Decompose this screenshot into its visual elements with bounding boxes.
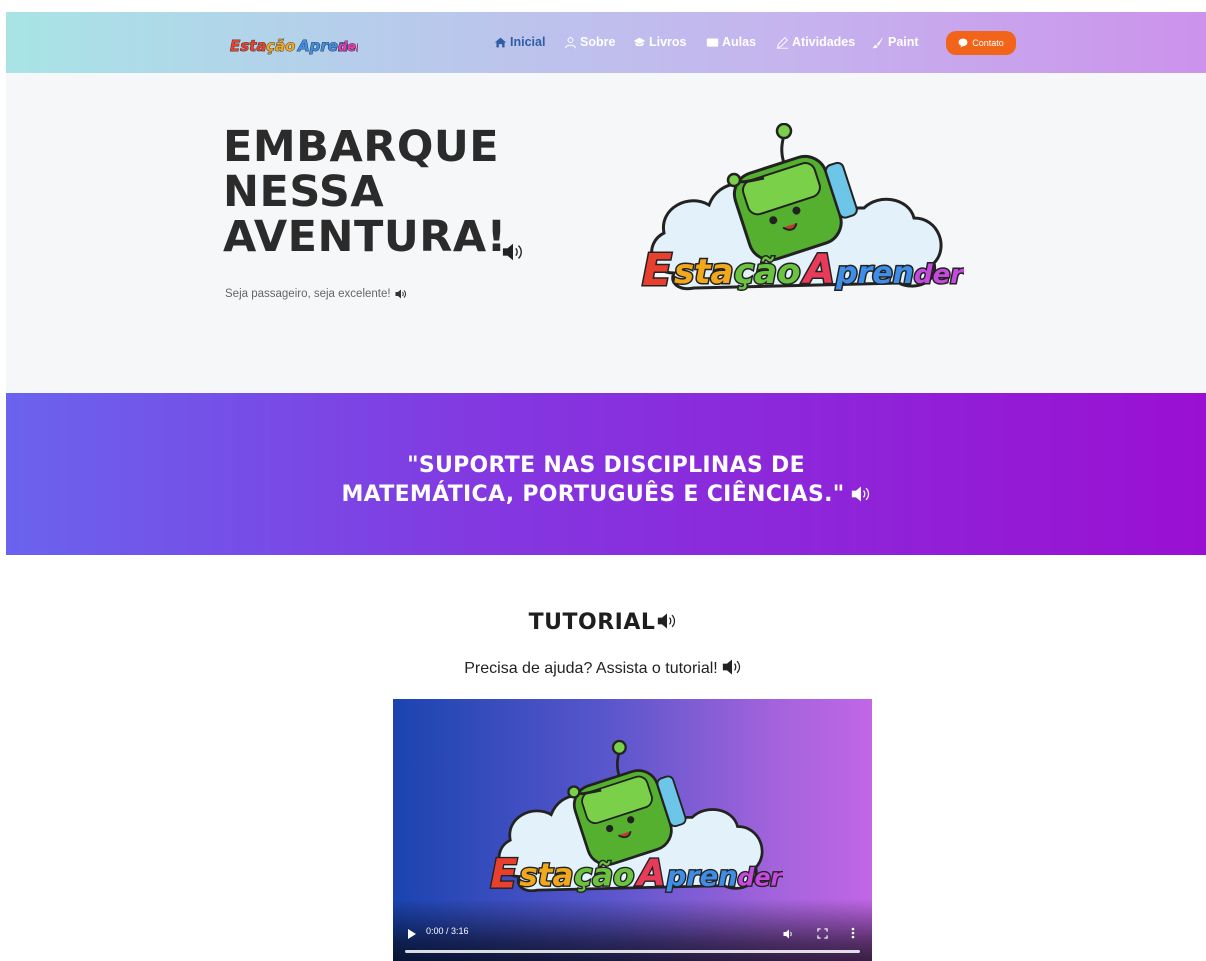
nav-item-label: Sobre (580, 35, 616, 49)
nav-item-atividades[interactable]: Atividades (776, 33, 855, 51)
brand-logo[interactable]: Esta ção Apren der (228, 32, 358, 56)
user-icon (565, 36, 576, 48)
hero-title-line: EMBARQUE (223, 122, 500, 172)
svg-text:E: E (642, 245, 672, 296)
hero-subtitle: Seja passageiro, seja excelente! (225, 288, 407, 300)
hero-section: EMBARQUE NESSA AVENTURA! Seja passageiro… (6, 73, 1206, 393)
play-icon[interactable] (407, 929, 417, 939)
pencil-icon (776, 36, 789, 49)
svg-text:der: der (914, 260, 964, 290)
video-icon (706, 37, 719, 47)
navbar: Esta ção Apren der Inicial Sobre Livros … (6, 12, 1206, 73)
svg-text:A: A (635, 852, 666, 895)
speaker-icon[interactable] (502, 242, 524, 262)
video-poster-logo: E sta ção A pren der (489, 739, 783, 899)
quote-line: MATEMÁTICA, PORTUGUÊS E CIÊNCIAS." (341, 482, 845, 507)
video-time: 0:00 / 3:16 (426, 926, 469, 936)
quote-line: "SUPORTE NAS DISCIPLINAS DE (407, 453, 805, 478)
speaker-icon[interactable] (395, 289, 407, 299)
svg-text:A: A (801, 247, 835, 293)
nav-item-paint[interactable]: Paint (872, 33, 919, 51)
estacao-aprender-logo: E sta ção A pren der (641, 123, 964, 298)
quote-line-with-speaker: MATEMÁTICA, PORTUGUÊS E CIÊNCIAS." (6, 480, 1206, 509)
tutorial-subtitle-text: Precisa de ajuda? Assista o tutorial! (464, 660, 718, 677)
hero-title-line: NESSA (223, 167, 385, 217)
tutorial-subtitle: Precisa de ajuda? Assista o tutorial! (0, 658, 1206, 678)
quote-banner: "SUPORTE NAS DISCIPLINAS DE MATEMÁTICA, … (6, 393, 1206, 555)
hero-title-line: AVENTURA! (223, 212, 507, 262)
tutorial-title-text: TUTORIAL (528, 610, 656, 635)
speaker-icon[interactable] (851, 485, 871, 503)
svg-text:pren: pren (666, 862, 738, 893)
nav-item-label: Atividades (792, 35, 856, 49)
brush-icon (872, 36, 884, 48)
quote-text: "SUPORTE NAS DISCIPLINAS DE MATEMÁTICA, … (6, 451, 1206, 509)
svg-text:der: der (338, 40, 358, 55)
volume-icon[interactable] (783, 928, 795, 940)
svg-text:ção: ção (574, 858, 634, 894)
svg-text:Esta: Esta (230, 37, 266, 55)
speaker-icon[interactable] (657, 612, 677, 630)
speaker-icon[interactable] (722, 658, 742, 676)
fullscreen-icon[interactable] (817, 928, 828, 939)
nav-item-aulas[interactable]: Aulas (706, 33, 756, 51)
hero-subtitle-text: Seja passageiro, seja excelente! (225, 288, 391, 300)
nav-item-inicial[interactable]: Inicial (494, 33, 545, 51)
svg-text:sta: sta (674, 252, 733, 292)
svg-text:der: der (738, 864, 783, 892)
nav-item-label: Inicial (510, 35, 546, 49)
nav-item-label: Paint (888, 35, 919, 49)
video-progress-bar[interactable] (405, 950, 860, 953)
more-options-icon[interactable] (851, 927, 855, 939)
video-controls: 0:00 / 3:16 (393, 899, 872, 961)
nav-item-label: Aulas (722, 35, 757, 49)
tutorial-title: TUTORIAL (0, 610, 1206, 635)
svg-text:ção: ção (266, 37, 295, 55)
book-icon (633, 37, 646, 46)
svg-text:ção: ção (734, 252, 800, 292)
svg-text:pren: pren (835, 256, 914, 291)
nav-item-label: Livros (649, 35, 687, 49)
hero-title: EMBARQUE NESSA AVENTURA! (223, 125, 543, 260)
nav-item-sobre[interactable]: Sobre (564, 33, 615, 51)
home-icon (494, 37, 507, 47)
contact-button-label: Contato (972, 38, 1004, 48)
tutorial-video[interactable]: E sta ção A pren der 0:00 / 3:16 (393, 699, 872, 961)
contact-button[interactable]: Contato (946, 31, 1016, 55)
nav-item-livros[interactable]: Livros (633, 33, 687, 51)
chat-icon (958, 38, 968, 48)
svg-text:sta: sta (519, 858, 573, 894)
svg-text:E: E (490, 851, 517, 897)
